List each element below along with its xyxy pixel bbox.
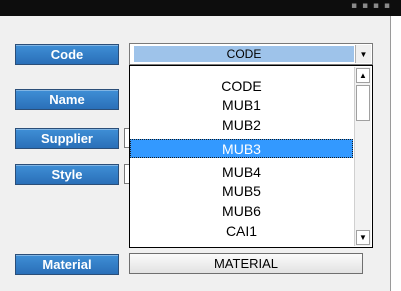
scroll-up-glyph: ▲ [359,71,367,80]
list-item[interactable]: CODE [130,76,353,95]
list-item[interactable]: MUB5 [130,181,353,200]
code-label: Code [50,47,84,62]
code-combobox[interactable]: CODE ▼ [129,43,373,65]
name-label: Name [49,92,85,107]
material-field[interactable]: MATERIAL [129,253,363,274]
code-combobox-value: CODE [134,46,354,62]
top-toolbar: ▪ ▪ ▪ ▪ [0,0,401,16]
code-dropdown-list[interactable]: CODE MUB1 MUB2 MUB3 MUB4 MUB5 MUB6 CAI1 … [129,65,373,248]
chevron-down-icon[interactable]: ▼ [355,45,371,63]
list-item-selected[interactable]: MUB3 [130,139,353,158]
dropdown-arrow-glyph: ▼ [359,49,368,59]
scroll-up-icon[interactable]: ▲ [356,68,370,83]
dropdown-scrollbar[interactable]: ▲ ▼ [354,67,371,246]
code-label-button[interactable]: Code [15,44,119,65]
material-value: MATERIAL [213,256,279,271]
material-label-button[interactable]: Material [15,254,119,275]
list-item[interactable]: MUB6 [130,201,353,220]
supplier-label-button[interactable]: Supplier [15,128,119,149]
list-item[interactable]: MUB4 [130,162,353,181]
name-label-button[interactable]: Name [15,89,119,110]
right-panel-edge [390,16,401,291]
style-label: Style [51,167,83,182]
toolbar-decoration: ▪ ▪ ▪ ▪ [351,1,391,11]
scroll-down-glyph: ▼ [359,233,367,242]
supplier-label: Supplier [40,131,93,146]
material-label: Material [42,257,92,272]
style-label-button[interactable]: Style [15,164,119,185]
list-item[interactable]: MUB1 [130,95,353,114]
list-item[interactable]: MUB2 [130,115,353,134]
list-item[interactable]: CAI1 [130,221,353,240]
scroll-down-icon[interactable]: ▼ [356,230,370,245]
scrollbar-thumb[interactable] [356,85,370,121]
